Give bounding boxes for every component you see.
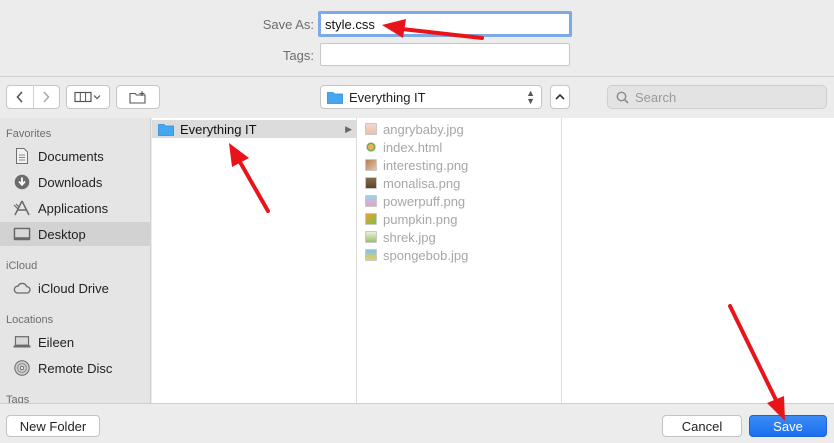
- sidebar: Favorites Documents Downloads Applicatio…: [0, 118, 151, 403]
- cancel-button[interactable]: Cancel: [662, 415, 742, 437]
- sidebar-item-desktop[interactable]: Desktop: [0, 222, 150, 246]
- save-button[interactable]: Save: [749, 415, 827, 437]
- view-mode-button[interactable]: [66, 85, 110, 109]
- new-folder-button[interactable]: New Folder: [6, 415, 100, 437]
- new-folder-icon-button[interactable]: [116, 85, 160, 109]
- sidebar-item-label: Downloads: [38, 174, 103, 190]
- forward-button[interactable]: [32, 86, 59, 108]
- download-icon: [12, 174, 32, 190]
- sidebar-item-applications[interactable]: Applications: [0, 196, 150, 220]
- column-browser: Everything IT ▶ angrybaby.jpg index.html…: [152, 118, 834, 403]
- new-folder-icon: [129, 90, 146, 104]
- file-row[interactable]: shrek.jpg: [357, 228, 562, 246]
- folder-icon: [158, 123, 174, 136]
- image-file-icon: [365, 159, 377, 171]
- image-file-icon: [365, 213, 377, 225]
- save-as-label: Save As:: [262, 16, 314, 32]
- sidebar-heading-locations: Locations: [6, 314, 54, 326]
- chevron-left-icon: [16, 91, 23, 103]
- file-name: spongebob.jpg: [383, 247, 469, 263]
- folder-icon: [327, 91, 343, 104]
- image-file-icon: [365, 195, 377, 207]
- file-row[interactable]: powerpuff.png: [357, 192, 562, 210]
- sidebar-item-label: Eileen: [38, 334, 75, 350]
- file-row[interactable]: index.html: [357, 138, 562, 156]
- file-row[interactable]: interesting.png: [357, 156, 562, 174]
- sidebar-item-documents[interactable]: Documents: [0, 144, 150, 168]
- sidebar-item-remote-disc[interactable]: Remote Disc: [0, 356, 150, 380]
- cloud-icon: [12, 280, 32, 296]
- file-name: powerpuff.png: [383, 193, 466, 209]
- desktop-icon: [12, 226, 32, 242]
- browser-column-2: angrybaby.jpg index.html interesting.png…: [357, 118, 562, 403]
- image-file-icon: [365, 249, 377, 261]
- chevron-right-icon: [43, 91, 51, 103]
- sidebar-item-icloud-drive[interactable]: iCloud Drive: [0, 276, 150, 300]
- folder-row-everything-it[interactable]: Everything IT ▶: [152, 120, 356, 138]
- disclosure-arrow-icon: ▶: [345, 123, 352, 134]
- browser-column-3: [562, 118, 834, 403]
- sidebar-item-label: iCloud Drive: [38, 280, 109, 296]
- file-name: interesting.png: [383, 157, 469, 173]
- location-label: Everything IT: [349, 89, 426, 105]
- file-name: pumpkin.png: [383, 211, 458, 227]
- sidebar-heading-icloud: iCloud: [6, 260, 38, 272]
- file-name: index.html: [383, 139, 443, 155]
- collapse-button[interactable]: [550, 85, 570, 109]
- save-as-input[interactable]: [318, 11, 572, 37]
- file-row[interactable]: monalisa.png: [357, 174, 562, 192]
- sidebar-heading-favorites: Favorites: [6, 128, 52, 140]
- folder-name: Everything IT: [180, 121, 257, 137]
- save-as-row: Save As:: [0, 11, 834, 37]
- disc-icon: [12, 360, 32, 376]
- location-dropdown[interactable]: Everything IT ▲ ▼: [320, 85, 542, 109]
- back-button[interactable]: [7, 86, 33, 108]
- sidebar-item-label: Remote Disc: [38, 360, 113, 376]
- file-row[interactable]: pumpkin.png: [357, 210, 562, 228]
- image-file-icon: [365, 231, 377, 243]
- search-placeholder: Search: [635, 89, 677, 105]
- sidebar-item-label: Desktop: [38, 226, 86, 242]
- sidebar-item-downloads[interactable]: Downloads: [0, 170, 150, 194]
- search-icon: [616, 91, 629, 104]
- file-row[interactable]: angrybaby.jpg: [357, 120, 562, 138]
- save-form: Save As: Tags:: [0, 0, 834, 76]
- laptop-icon: [12, 334, 32, 350]
- tags-label: Tags:: [282, 47, 314, 63]
- file-name: monalisa.png: [383, 175, 461, 191]
- sidebar-item-label: Applications: [38, 200, 109, 216]
- image-file-icon: [365, 177, 377, 189]
- chevron-up-icon: [555, 93, 565, 100]
- sidebar-item-label: Documents: [38, 148, 104, 164]
- up-down-caret-icon: ▲ ▼: [526, 88, 535, 106]
- toolbar: Everything IT ▲ ▼ Search: [0, 76, 834, 118]
- bottom-bar: New Folder Cancel Save: [0, 403, 834, 443]
- tags-input[interactable]: [320, 43, 570, 66]
- document-icon: [12, 148, 32, 164]
- file-name: angrybaby.jpg: [383, 121, 464, 137]
- column-view-icon: [74, 91, 101, 103]
- file-row[interactable]: spongebob.jpg: [357, 246, 562, 264]
- tags-row: Tags:: [0, 43, 834, 67]
- back-forward-group: [6, 85, 60, 109]
- browser-column-1: Everything IT ▶: [152, 118, 357, 403]
- file-name: shrek.jpg: [383, 229, 436, 245]
- image-file-icon: [365, 123, 377, 135]
- html-file-icon: [365, 141, 377, 153]
- search-field[interactable]: Search: [607, 85, 827, 109]
- sidebar-heading-tags: Tags: [6, 394, 30, 403]
- sidebar-item-eileen[interactable]: Eileen: [0, 330, 150, 354]
- applications-icon: [12, 200, 32, 216]
